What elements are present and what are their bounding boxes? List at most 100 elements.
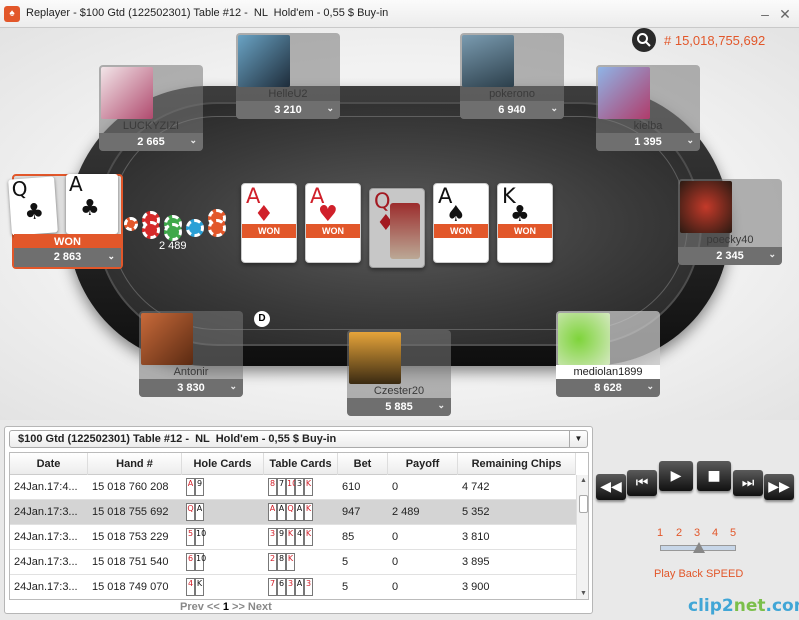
club-icon: ♣	[80, 196, 100, 221]
bet-cell: 5	[342, 581, 349, 593]
won-badge: WON	[306, 224, 360, 238]
player-name: LUCKYZIZI	[122, 120, 180, 132]
play-button[interactable]: ▶	[659, 461, 693, 491]
speed-value[interactable]: 1	[657, 527, 663, 539]
winner-seat[interactable]: Q ♣ A ♣ WON 2 863 ⌄	[8, 172, 123, 269]
mini-card: 10	[286, 478, 297, 497]
speed-value[interactable]: 2	[676, 527, 682, 539]
hole-card: Q ♣	[8, 176, 58, 236]
mini-card: 3	[295, 478, 304, 497]
column-header[interactable]: Bet	[338, 453, 388, 475]
mini-card: Q	[186, 503, 195, 522]
board-card: A ♦ WON	[241, 183, 297, 263]
hole-cards-cell: 6 10	[182, 550, 264, 575]
mini-card: K	[304, 503, 313, 522]
mini-card: K	[286, 528, 295, 547]
mini-card: 10	[195, 528, 206, 547]
seat-poecky40[interactable]: poecky40 2 345 ⌄	[678, 179, 782, 265]
chevron-down-icon: ⌄	[550, 103, 558, 113]
seat-czester20[interactable]: Czester20 5 885 ⌄	[347, 330, 451, 416]
chip-icon	[142, 221, 160, 239]
seat-kielba[interactable]: kielba 1 395 ⌄	[596, 65, 700, 151]
table-row[interactable]: 24Jan.17:3... 15 018 753 229 5 10 3 9 K 4 K 85 0 3 …	[10, 525, 576, 550]
step-forward-button[interactable]: ⏭	[733, 470, 763, 496]
prev-link[interactable]: Prev <<	[180, 601, 220, 613]
hand-history-panel: $100 Gtd (122502301) Table #12 - NL Hold…	[4, 426, 593, 614]
speed-slider[interactable]	[660, 542, 736, 553]
date-cell: 24Jan.17:3...	[14, 531, 78, 543]
pager: Prev << 1 >> Next	[180, 601, 272, 613]
dropdown-arrow-icon[interactable]: ▼	[569, 431, 587, 447]
pot-amount: 2 489	[159, 240, 187, 252]
seat-mediolan1899[interactable]: mediolan1899 8 628 ⌄	[556, 311, 660, 397]
seat-pokerono[interactable]: pokerono 6 940 ⌄	[460, 33, 564, 119]
stop-button[interactable]: ■	[697, 461, 731, 491]
speed-value[interactable]: 5	[730, 527, 736, 539]
speed-value[interactable]: 3	[694, 527, 700, 539]
remaining-chips-cell: 4 742	[462, 481, 490, 493]
table-selector[interactable]: $100 Gtd (122502301) Table #12 - NL Hold…	[9, 430, 588, 448]
remaining-chips-cell: 3 895	[462, 556, 490, 568]
scroll-thumb[interactable]	[579, 495, 588, 513]
table-row[interactable]: 24Jan.17:4... 15 018 760 208 A 9 8 7 103 K 610 0 4…	[10, 475, 576, 500]
minimize-icon[interactable]: –	[756, 5, 774, 23]
watermark-logo: clip2net.com	[688, 596, 799, 616]
step-back-button[interactable]: ⏮	[627, 470, 657, 496]
rewind-button[interactable]: ◀◀	[596, 474, 626, 500]
table-row[interactable]: 24Jan.17:3... 15 018 751 540 6 10 2 8 K 5 0 3 895	[10, 550, 576, 575]
table-row[interactable]: 24Jan.17:3... 15 018 749 070 4 K 7 6 3 A 3 5 0 3 90…	[10, 575, 576, 599]
mini-card: Q	[286, 503, 295, 522]
won-badge: WON	[242, 224, 296, 238]
avatar	[598, 67, 650, 119]
column-header[interactable]: Hand #	[88, 453, 182, 475]
chevron-down-icon: ⌄	[326, 103, 334, 113]
table-cards-cell: 28K	[264, 550, 338, 575]
bet-cell: 947	[342, 506, 361, 518]
mini-card: 4	[295, 528, 304, 547]
dealer-button: D	[254, 311, 270, 327]
hand-number-cell: 15 018 760 208	[92, 481, 169, 493]
fast-forward-button[interactable]: ▶▶	[764, 474, 794, 500]
seat-luckyzizi[interactable]: LUCKYZIZI 2 665 ⌄	[99, 65, 203, 151]
seat-antonir[interactable]: Antonir 3 830 ⌄	[139, 311, 243, 397]
date-cell: 24Jan.17:4...	[14, 481, 78, 493]
hole-card: A ♣	[66, 172, 118, 234]
column-header[interactable]: Table Cards	[264, 453, 338, 475]
next-link[interactable]: >> Next	[232, 601, 272, 613]
search-icon[interactable]	[632, 28, 656, 52]
column-header[interactable]: Payoff	[388, 453, 458, 475]
mini-card: 3	[268, 528, 277, 547]
slider-knob[interactable]	[693, 542, 705, 553]
avatar	[462, 35, 514, 87]
column-header[interactable]: Hole Cards	[182, 453, 264, 475]
board-card: Q ♦	[369, 188, 425, 268]
club-icon: ♣	[23, 199, 46, 226]
column-header[interactable]: Date	[10, 453, 88, 475]
board-card: A ♥ WON	[305, 183, 361, 263]
won-badge: WON	[498, 224, 552, 238]
table-cards-cell: 39K4K	[264, 525, 338, 550]
mini-card: 9	[195, 478, 204, 497]
player-name: kielba	[633, 120, 663, 132]
speed-value[interactable]: 4	[712, 527, 718, 539]
table-row[interactable]: 24Jan.17:3... 15 018 755 692 Q A A A Q A K 947 2 4…	[10, 500, 576, 525]
close-icon[interactable]: ✕	[776, 5, 794, 23]
chip-icon	[186, 219, 204, 237]
payoff-cell: 0	[392, 481, 399, 493]
scroll-up-icon[interactable]: ▲	[577, 475, 588, 487]
scroll-down-icon[interactable]: ▼	[577, 588, 588, 599]
mini-card: 7	[277, 478, 286, 497]
column-header[interactable]: Remaining Chips	[458, 453, 576, 475]
scrollbar[interactable]: ▲ ▼	[576, 475, 588, 599]
avatar	[349, 332, 401, 384]
avatar	[558, 313, 610, 365]
table-cards-cell: 8 7 103 K	[264, 475, 338, 500]
seat-helleu2[interactable]: HelleU2 3 210 ⌄	[236, 33, 340, 119]
poker-table-area: # 15,018,755,692 HelleU2 3 210 ⌄ pokerono…	[0, 28, 799, 420]
hole-cards-cell: QA	[182, 500, 264, 525]
payoff-cell: 0	[392, 581, 399, 593]
date-cell: 24Jan.17:3...	[14, 581, 78, 593]
chevron-down-icon: ⌄	[686, 135, 694, 145]
card-rank: A	[69, 172, 83, 196]
hole-cards-cell: A9	[182, 475, 264, 500]
